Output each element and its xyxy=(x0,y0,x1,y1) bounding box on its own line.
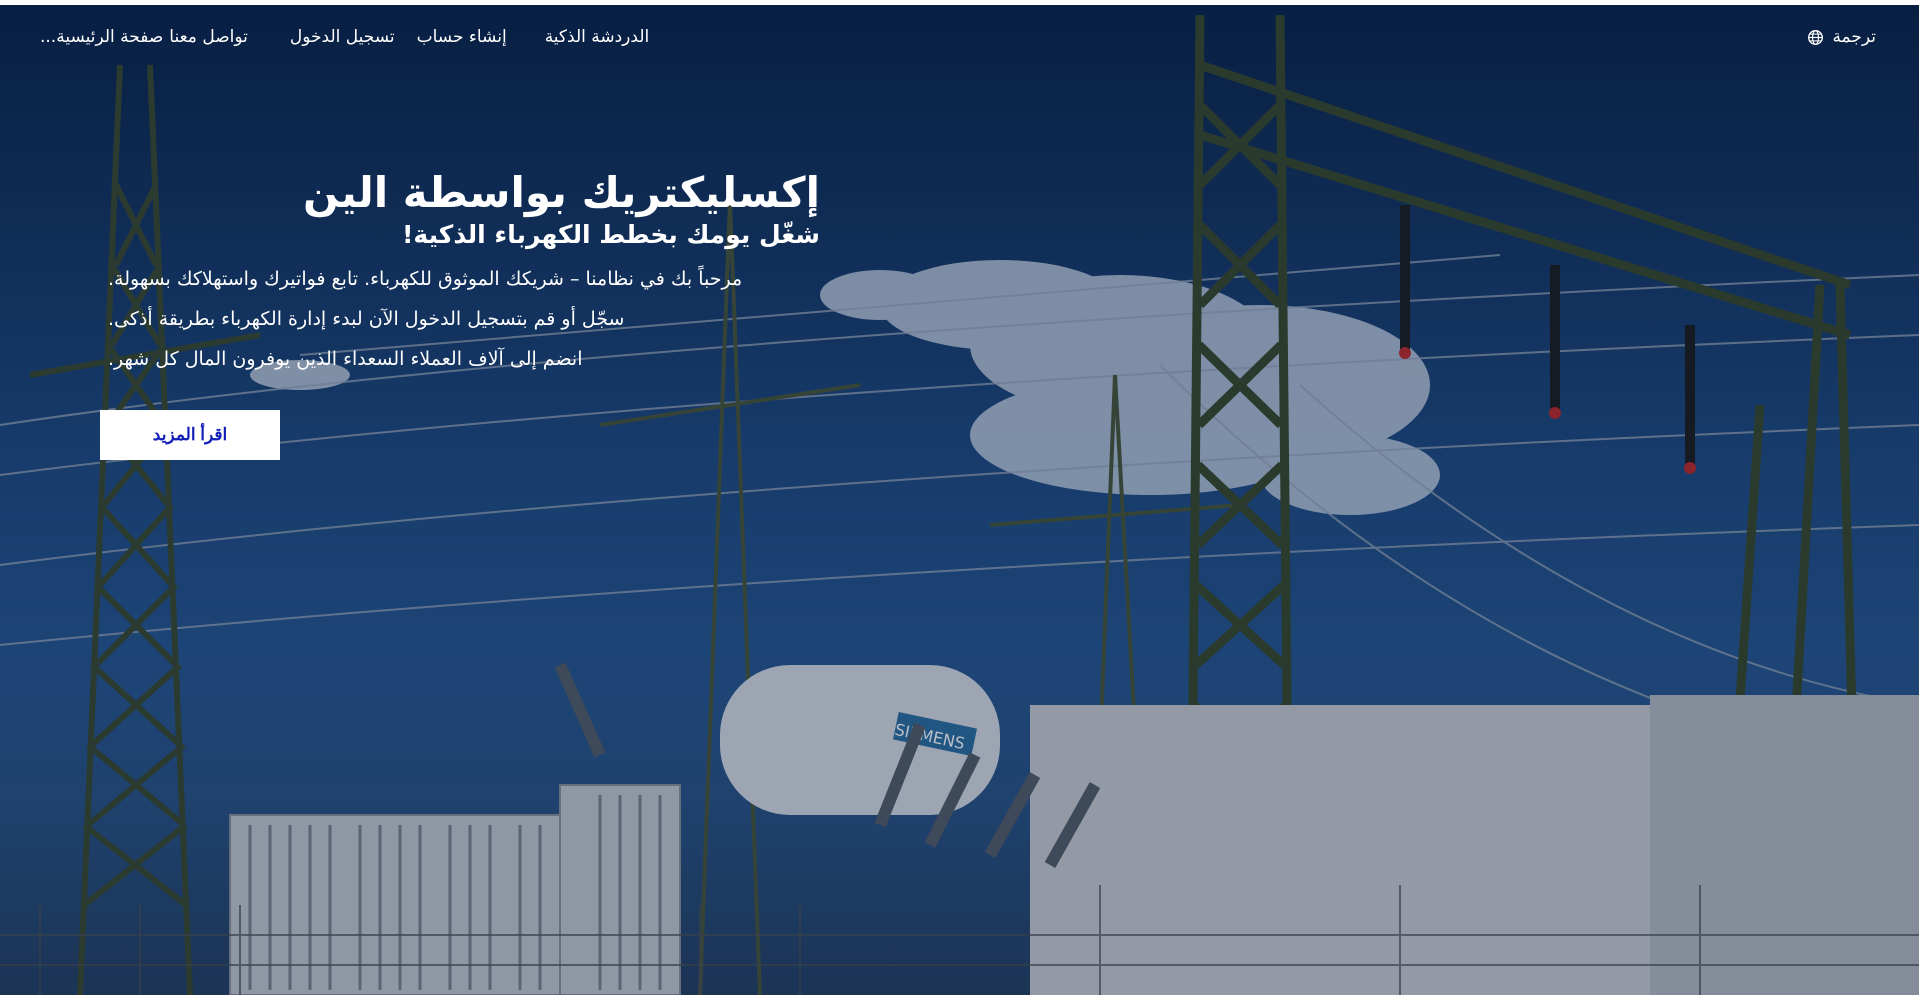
translate-label: ترجمة xyxy=(1832,27,1876,47)
top-navigation: ترجمة صفحة الرئيسية... تواصل معنا تسجيل … xyxy=(0,27,1919,59)
nav-link-home[interactable]: صفحة الرئيسية... xyxy=(40,27,163,47)
read-more-button[interactable]: اقرأ المزيد xyxy=(100,410,280,460)
hero-overlay xyxy=(0,5,1919,995)
hero-paragraph-1: مرحباً بك في نظامنا – شريكك الموثوق للكه… xyxy=(108,268,743,290)
hero-paragraph-3: انضم إلى آلاف العملاء السعداء الذين يوفر… xyxy=(108,348,583,370)
nav-link-contact[interactable]: تواصل معنا xyxy=(169,27,248,47)
hero-paragraph-2: سجّل أو قم بتسجيل الدخول الآن لبدء إدارة… xyxy=(108,308,625,330)
hero-description: مرحباً بك في نظامنا – شريكك الموثوق للكه… xyxy=(108,259,820,379)
translate-button[interactable]: ترجمة xyxy=(1807,27,1876,47)
nav-link-register[interactable]: إنشاء حساب xyxy=(417,27,507,47)
nav-links: صفحة الرئيسية... تواصل معنا تسجيل الدخول… xyxy=(40,27,649,47)
globe-icon xyxy=(1808,29,1824,45)
hero-subtitle: شغّل يومك بخطط الكهرباء الذكية! xyxy=(402,220,820,249)
hero-title: إكسليكتريك بواسطة الين xyxy=(303,168,820,217)
nav-link-login[interactable]: تسجيل الدخول xyxy=(290,27,395,47)
hero-section: SIEMENS ترجمة صفحة الرئيسية... تواصل معن… xyxy=(0,5,1919,995)
hero-content: إكسليكتريك بواسطة الين شغّل يومك بخطط ال… xyxy=(100,167,820,379)
nav-link-smart-chat[interactable]: الدردشة الذكية xyxy=(545,27,650,47)
